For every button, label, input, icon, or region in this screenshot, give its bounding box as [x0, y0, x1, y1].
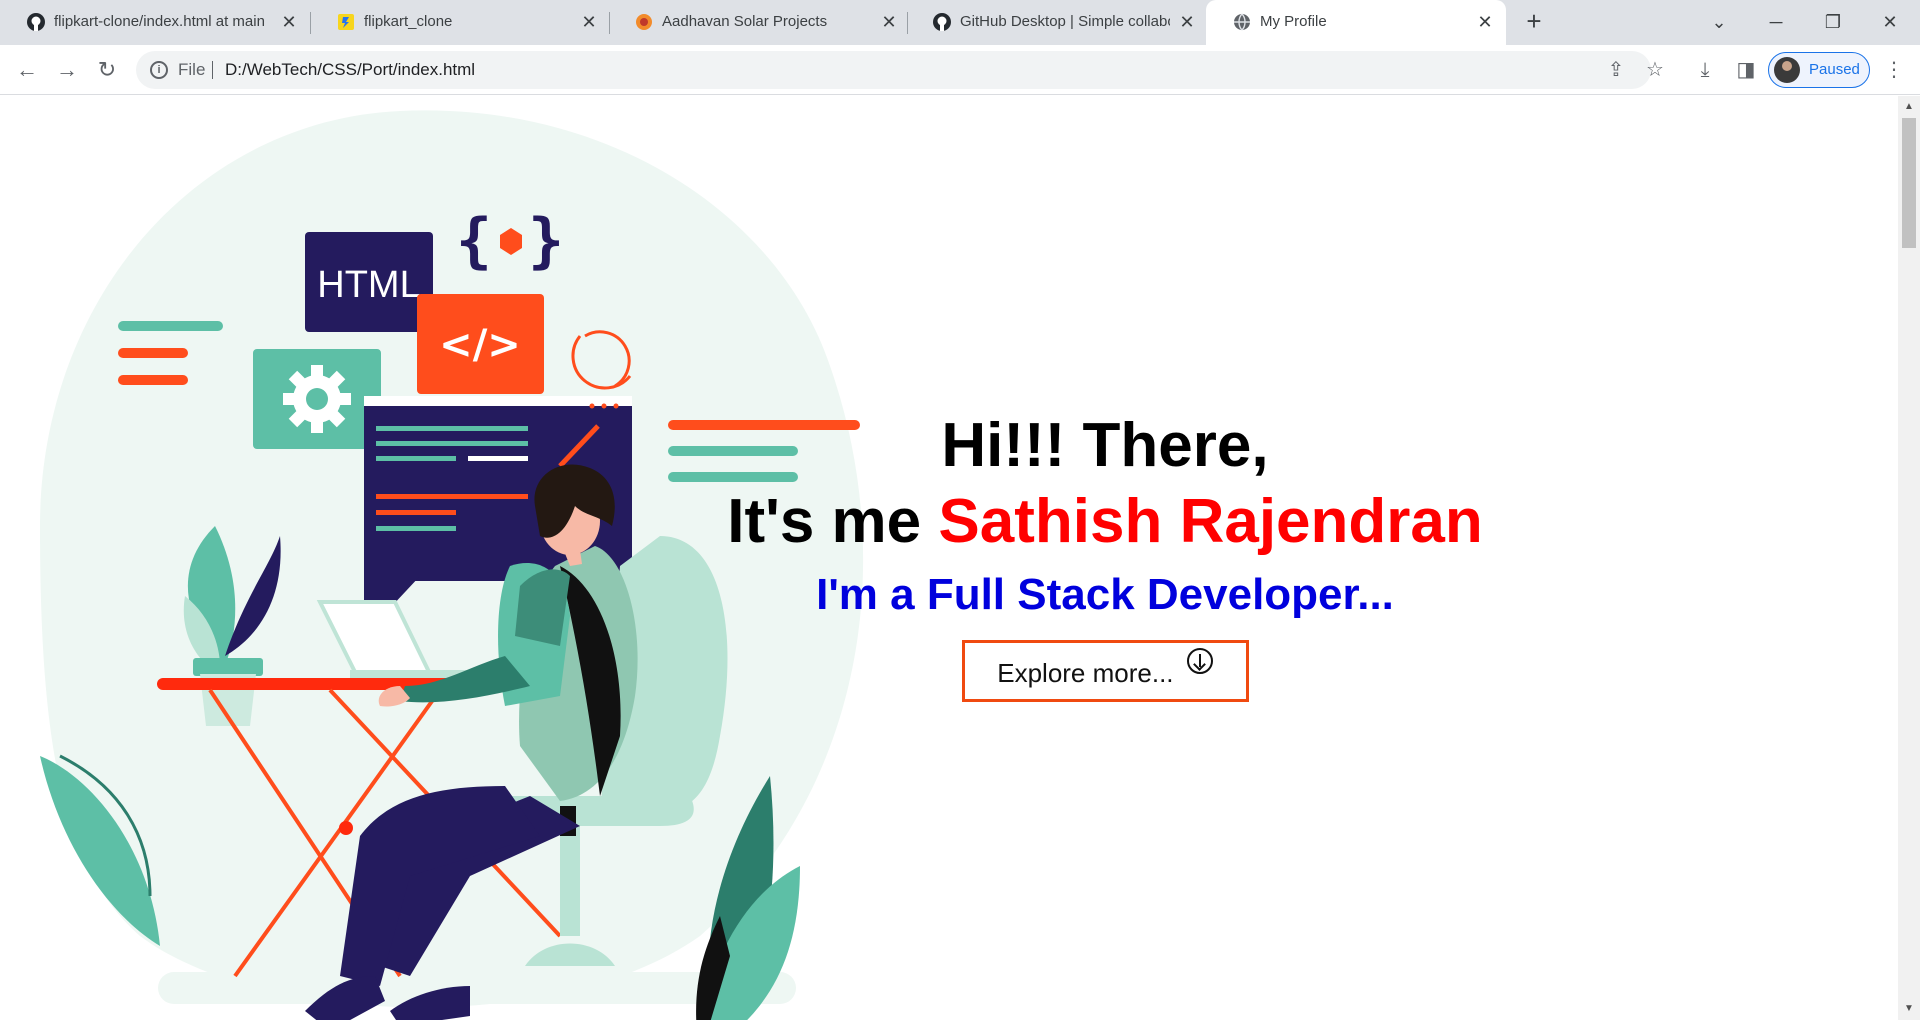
close-window-icon[interactable]: ✕	[1870, 4, 1910, 40]
new-tab-button[interactable]: +	[1520, 8, 1548, 36]
hero-intro-prefix: It's me	[727, 487, 939, 556]
github-icon	[933, 13, 951, 31]
browser-tab[interactable]: flipkart_clone ✕	[310, 0, 610, 45]
close-tab-icon[interactable]: ✕	[1474, 11, 1496, 33]
page-viewport: HTML </> { } Hi!!! There, It's me Sathis…	[0, 96, 1898, 1020]
deco-line	[118, 321, 223, 331]
explore-more-label: Explore more...	[997, 658, 1174, 688]
browser-tab[interactable]: GitHub Desktop | Simple collabo ✕	[906, 0, 1206, 45]
arrow-down-circle-icon	[1186, 648, 1213, 674]
close-tab-icon[interactable]: ✕	[1176, 11, 1198, 33]
scroll-down-icon[interactable]: ▼	[1902, 1002, 1916, 1016]
vertical-scrollbar[interactable]: ▲ ▼	[1898, 96, 1920, 1020]
tab-title: GitHub Desktop | Simple collabo	[960, 13, 1170, 30]
address-scheme: File	[178, 60, 206, 79]
profile-status: Paused	[1809, 61, 1860, 78]
html-badge-label: HTML	[317, 264, 420, 306]
solar-icon	[636, 14, 652, 30]
side-panel-icon[interactable]: ◨	[1734, 58, 1758, 82]
tab-title: Aadhavan Solar Projects	[662, 13, 828, 30]
hero-section: Hi!!! There, It's me Sathish Rajendran I…	[640, 408, 1570, 702]
flipkart-icon	[338, 14, 354, 30]
address-bar[interactable]: i File D:/WebTech/CSS/Port/index.html ⇪ …	[136, 51, 1664, 89]
close-tab-icon[interactable]: ✕	[878, 11, 900, 33]
explore-more-button[interactable]: Explore more...	[961, 640, 1249, 702]
gear-icon	[283, 365, 351, 433]
tab-search-icon[interactable]: ⌄	[1699, 4, 1739, 40]
close-tab-icon[interactable]: ✕	[278, 11, 300, 33]
info-icon[interactable]: i	[150, 61, 168, 79]
browser-tab-active[interactable]: My Profile ✕	[1206, 0, 1506, 45]
browser-tab[interactable]: Aadhavan Solar Projects ✕	[608, 0, 908, 45]
deco-line	[118, 348, 188, 358]
profile-button[interactable]: Paused	[1768, 52, 1870, 88]
back-icon[interactable]: ←	[11, 54, 43, 86]
tab-title: My Profile	[1260, 13, 1327, 30]
address-url[interactable]: D:/WebTech/CSS/Port/index.html	[225, 60, 475, 80]
download-icon[interactable]: ⤓	[1693, 58, 1717, 82]
github-icon	[27, 13, 45, 31]
tab-strip: flipkart-clone/index.html at main ✕ flip…	[0, 0, 1920, 45]
globe-icon	[1234, 13, 1250, 31]
scroll-up-icon[interactable]: ▲	[1902, 100, 1916, 114]
close-tab-icon[interactable]: ✕	[578, 11, 600, 33]
menu-kebab-icon[interactable]: ⋮	[1882, 58, 1906, 82]
tab-title: flipkart_clone	[364, 13, 453, 30]
hero-greeting: Hi!!! There,	[941, 411, 1269, 480]
restore-icon[interactable]: ❐	[1813, 4, 1853, 40]
desk-joint	[339, 821, 353, 835]
browser-tab[interactable]: flipkart-clone/index.html at main ✕	[0, 0, 300, 45]
code-tag-label: </>	[439, 322, 521, 368]
minimize-icon[interactable]: ─	[1756, 4, 1796, 40]
address-divider	[212, 61, 213, 79]
hero-role: I'm a Full Stack Developer...	[816, 570, 1394, 619]
avatar	[1774, 57, 1800, 83]
reload-icon[interactable]: ↻	[91, 54, 123, 86]
forward-icon[interactable]: →	[51, 54, 83, 86]
share-icon[interactable]: ⇪	[1605, 59, 1627, 81]
chair-stem	[560, 826, 580, 936]
hero-intro: It's me Sathish Rajendran	[640, 484, 1570, 560]
browser-toolbar: ← → ↻ i File D:/WebTech/CSS/Port/index.h…	[0, 45, 1920, 95]
scrollbar-thumb[interactable]	[1902, 118, 1916, 248]
tab-title: flipkart-clone/index.html at main	[54, 13, 265, 30]
hero-name: Sathish Rajendran	[938, 487, 1483, 556]
deco-line	[118, 375, 188, 385]
bookmark-star-icon[interactable]: ☆	[1644, 59, 1666, 81]
